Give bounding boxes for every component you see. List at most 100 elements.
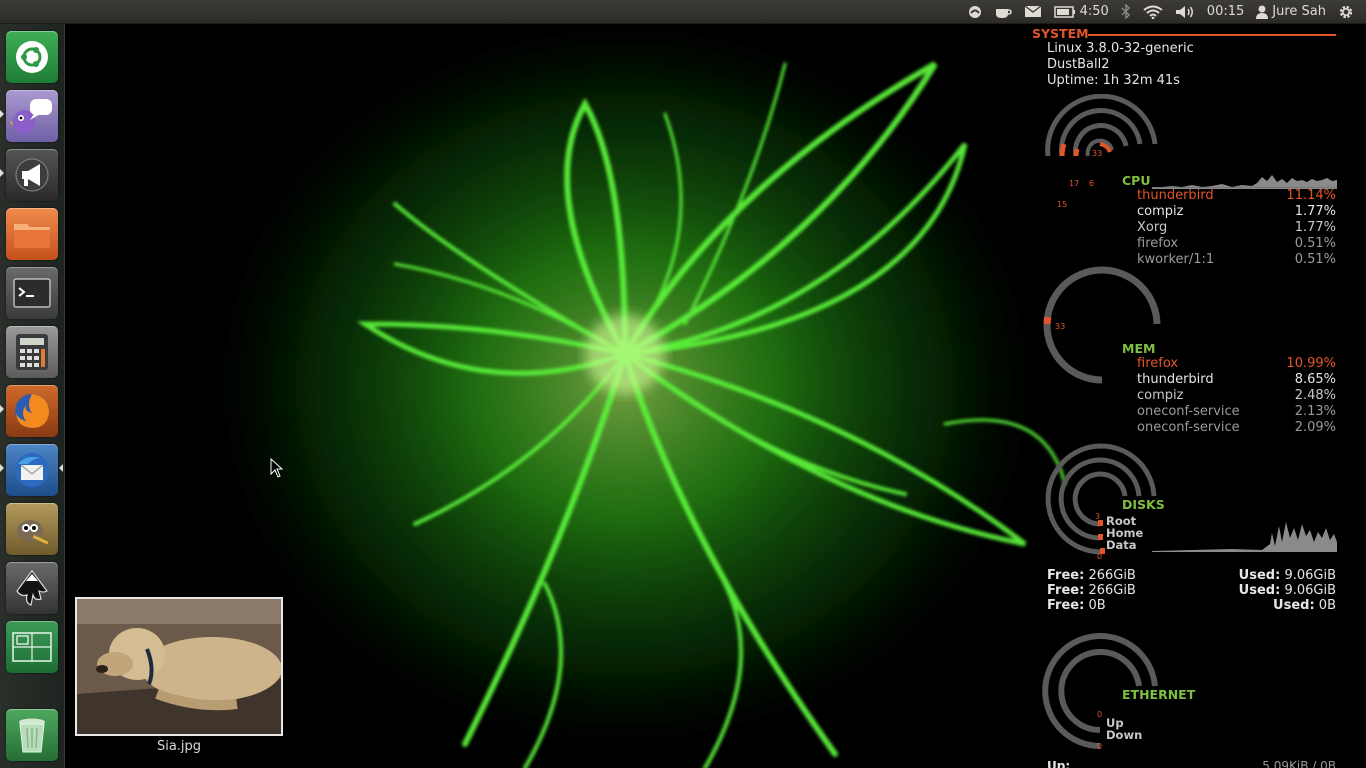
calculator-icon: [16, 334, 48, 370]
mem-title: MEM: [1122, 341, 1156, 356]
file-label: Sia.jpg: [156, 739, 202, 754]
mem-proc-name: compiz: [1137, 388, 1184, 403]
launcher-dash-home[interactable]: [6, 31, 58, 83]
mem-proc-name: oneconf-service: [1137, 404, 1240, 419]
terminal-icon: [13, 278, 51, 308]
ubuntu-logo-icon: [16, 41, 48, 73]
messaging-indicator[interactable]: [1018, 0, 1048, 24]
cpu-proc-value: 1.77%: [1294, 220, 1336, 235]
disk-used-value: 9.06GiB: [1284, 583, 1336, 598]
ethernet-gauge-top-label: 0: [1097, 710, 1103, 719]
launcher-calculator[interactable]: [6, 326, 58, 378]
disks-graph: [1152, 522, 1337, 552]
disk-free-value: 266GiB: [1088, 568, 1136, 583]
cpu-proc-value: 0.51%: [1294, 252, 1336, 267]
cpu-title: CPU: [1122, 173, 1151, 188]
gear-icon: [1339, 5, 1353, 18]
disk-label-data: Data: [1106, 538, 1137, 552]
ethernet-up-value: 5.09KiB / 0B: [1262, 759, 1336, 768]
ethernet-gauge-bottom-label: 0: [1097, 742, 1103, 751]
cpu-gauge-label-total: 33: [1092, 149, 1103, 158]
battery-indicator[interactable]: 4:50: [1048, 0, 1115, 24]
desktop-file-sia[interactable]: Sia.jpg: [75, 597, 283, 754]
ethernet-title: ETHERNET: [1122, 687, 1196, 702]
mem-proc-value: 8.65%: [1294, 372, 1336, 387]
launcher-pidgin[interactable]: [6, 90, 58, 142]
disk-used-value: 0B: [1318, 598, 1336, 613]
ethernet-up-label: Up:: [1047, 759, 1071, 768]
clock-time: 00:15: [1206, 4, 1245, 19]
launcher-inkscape[interactable]: [6, 562, 58, 614]
conky-system-monitor: SYSTEM Linux 3.8.0-32-generic DustBall2 …: [1030, 24, 1366, 768]
mem-proc-value: 2.13%: [1294, 404, 1336, 419]
disk-used-value: 9.06GiB: [1284, 568, 1336, 583]
clock[interactable]: 00:15: [1201, 0, 1250, 24]
bluetooth-icon: [1121, 4, 1130, 19]
mem-proc-value: 2.09%: [1294, 420, 1336, 435]
disk-row-data: Free: 0B: [1047, 598, 1106, 613]
launcher-workspace-switcher[interactable]: [6, 621, 58, 673]
speaker-icon: [1175, 5, 1193, 18]
launcher-thunderbird[interactable]: [6, 444, 58, 496]
battery-icon: [1053, 5, 1075, 18]
mem-proc-name: thunderbird: [1137, 372, 1214, 387]
disk-free-value: 0B: [1088, 598, 1106, 613]
launcher-gimp[interactable]: [6, 503, 58, 555]
firefox-icon: [15, 394, 49, 428]
disks-title: DISKS: [1122, 497, 1165, 512]
coffee-cup-icon: [995, 8, 1012, 18]
user-name: Jure Sah: [1272, 4, 1326, 19]
mem-proc-name: oneconf-service: [1137, 420, 1240, 435]
trash-icon: [19, 718, 45, 753]
launcher-terminal[interactable]: [6, 267, 58, 319]
cpu-graph: [1152, 175, 1337, 189]
cpu-proc-name: compiz: [1137, 204, 1184, 219]
disk-used-label: Used:: [1238, 568, 1281, 583]
image-thumbnail: [75, 597, 283, 736]
launcher-firefox[interactable]: [6, 385, 58, 437]
cpu-proc-value: 11.14%: [1286, 188, 1336, 203]
thunderbird-icon: [15, 453, 49, 487]
sync-icon: [968, 5, 981, 18]
disk-free-label: Free:: [1047, 598, 1085, 613]
disk-free-label: Free:: [1047, 583, 1085, 598]
sync-indicator[interactable]: [962, 0, 988, 24]
cpu-proc-name: Xorg: [1137, 220, 1168, 235]
network-indicator[interactable]: [1137, 0, 1169, 24]
user-icon: [1256, 5, 1269, 19]
bluetooth-indicator[interactable]: [1115, 0, 1137, 24]
pidgin-icon: [10, 99, 52, 134]
user-indicator[interactable]: Jure Sah: [1250, 0, 1332, 24]
cpu-gauge-label-core2: 6: [1089, 179, 1095, 188]
launcher-files[interactable]: [6, 208, 58, 260]
session-indicator[interactable]: [1332, 0, 1360, 24]
disk-free-label: Free:: [1047, 568, 1085, 583]
cpu-gauge-label-core1: 17: [1069, 179, 1080, 188]
sound-indicator[interactable]: [1169, 0, 1201, 24]
top-panel: 4:50 00:15 Jure Sah: [0, 0, 1366, 24]
kernel-version: Linux 3.8.0-32-generic: [1047, 41, 1194, 56]
mem-gauge-label: 33: [1055, 322, 1066, 331]
cpu-proc-name: thunderbird: [1137, 188, 1214, 203]
mem-proc-value: 2.48%: [1294, 388, 1336, 403]
launcher-gwibber[interactable]: [6, 149, 58, 201]
disk-used-label: Used:: [1238, 583, 1281, 598]
disk-used-label: Used:: [1273, 598, 1315, 613]
envelope-icon: [1024, 5, 1041, 17]
launcher-trash[interactable]: [6, 709, 58, 761]
disk-row-root: Free: 266GiB: [1047, 568, 1136, 583]
cpu-proc-value: 0.51%: [1294, 236, 1336, 251]
inkscape-icon: [16, 570, 48, 606]
cpu-proc-value: 1.77%: [1294, 204, 1336, 219]
mem-proc-value: 10.99%: [1286, 356, 1336, 371]
disk-row-home-used: Used: 9.06GiB: [1239, 583, 1336, 598]
mem-proc-name: firefox: [1137, 356, 1179, 371]
system-divider: [1088, 34, 1336, 36]
disk-row-data-used: Used: 0B: [1273, 598, 1336, 613]
battery-time: 4:50: [1079, 4, 1109, 19]
folder-icon: [14, 224, 50, 248]
uptime: Uptime: 1h 32m 41s: [1047, 73, 1180, 88]
cpu-proc-name: firefox: [1137, 236, 1179, 251]
disk-row-home: Free: 266GiB: [1047, 583, 1136, 598]
caffeine-indicator[interactable]: [988, 0, 1018, 24]
